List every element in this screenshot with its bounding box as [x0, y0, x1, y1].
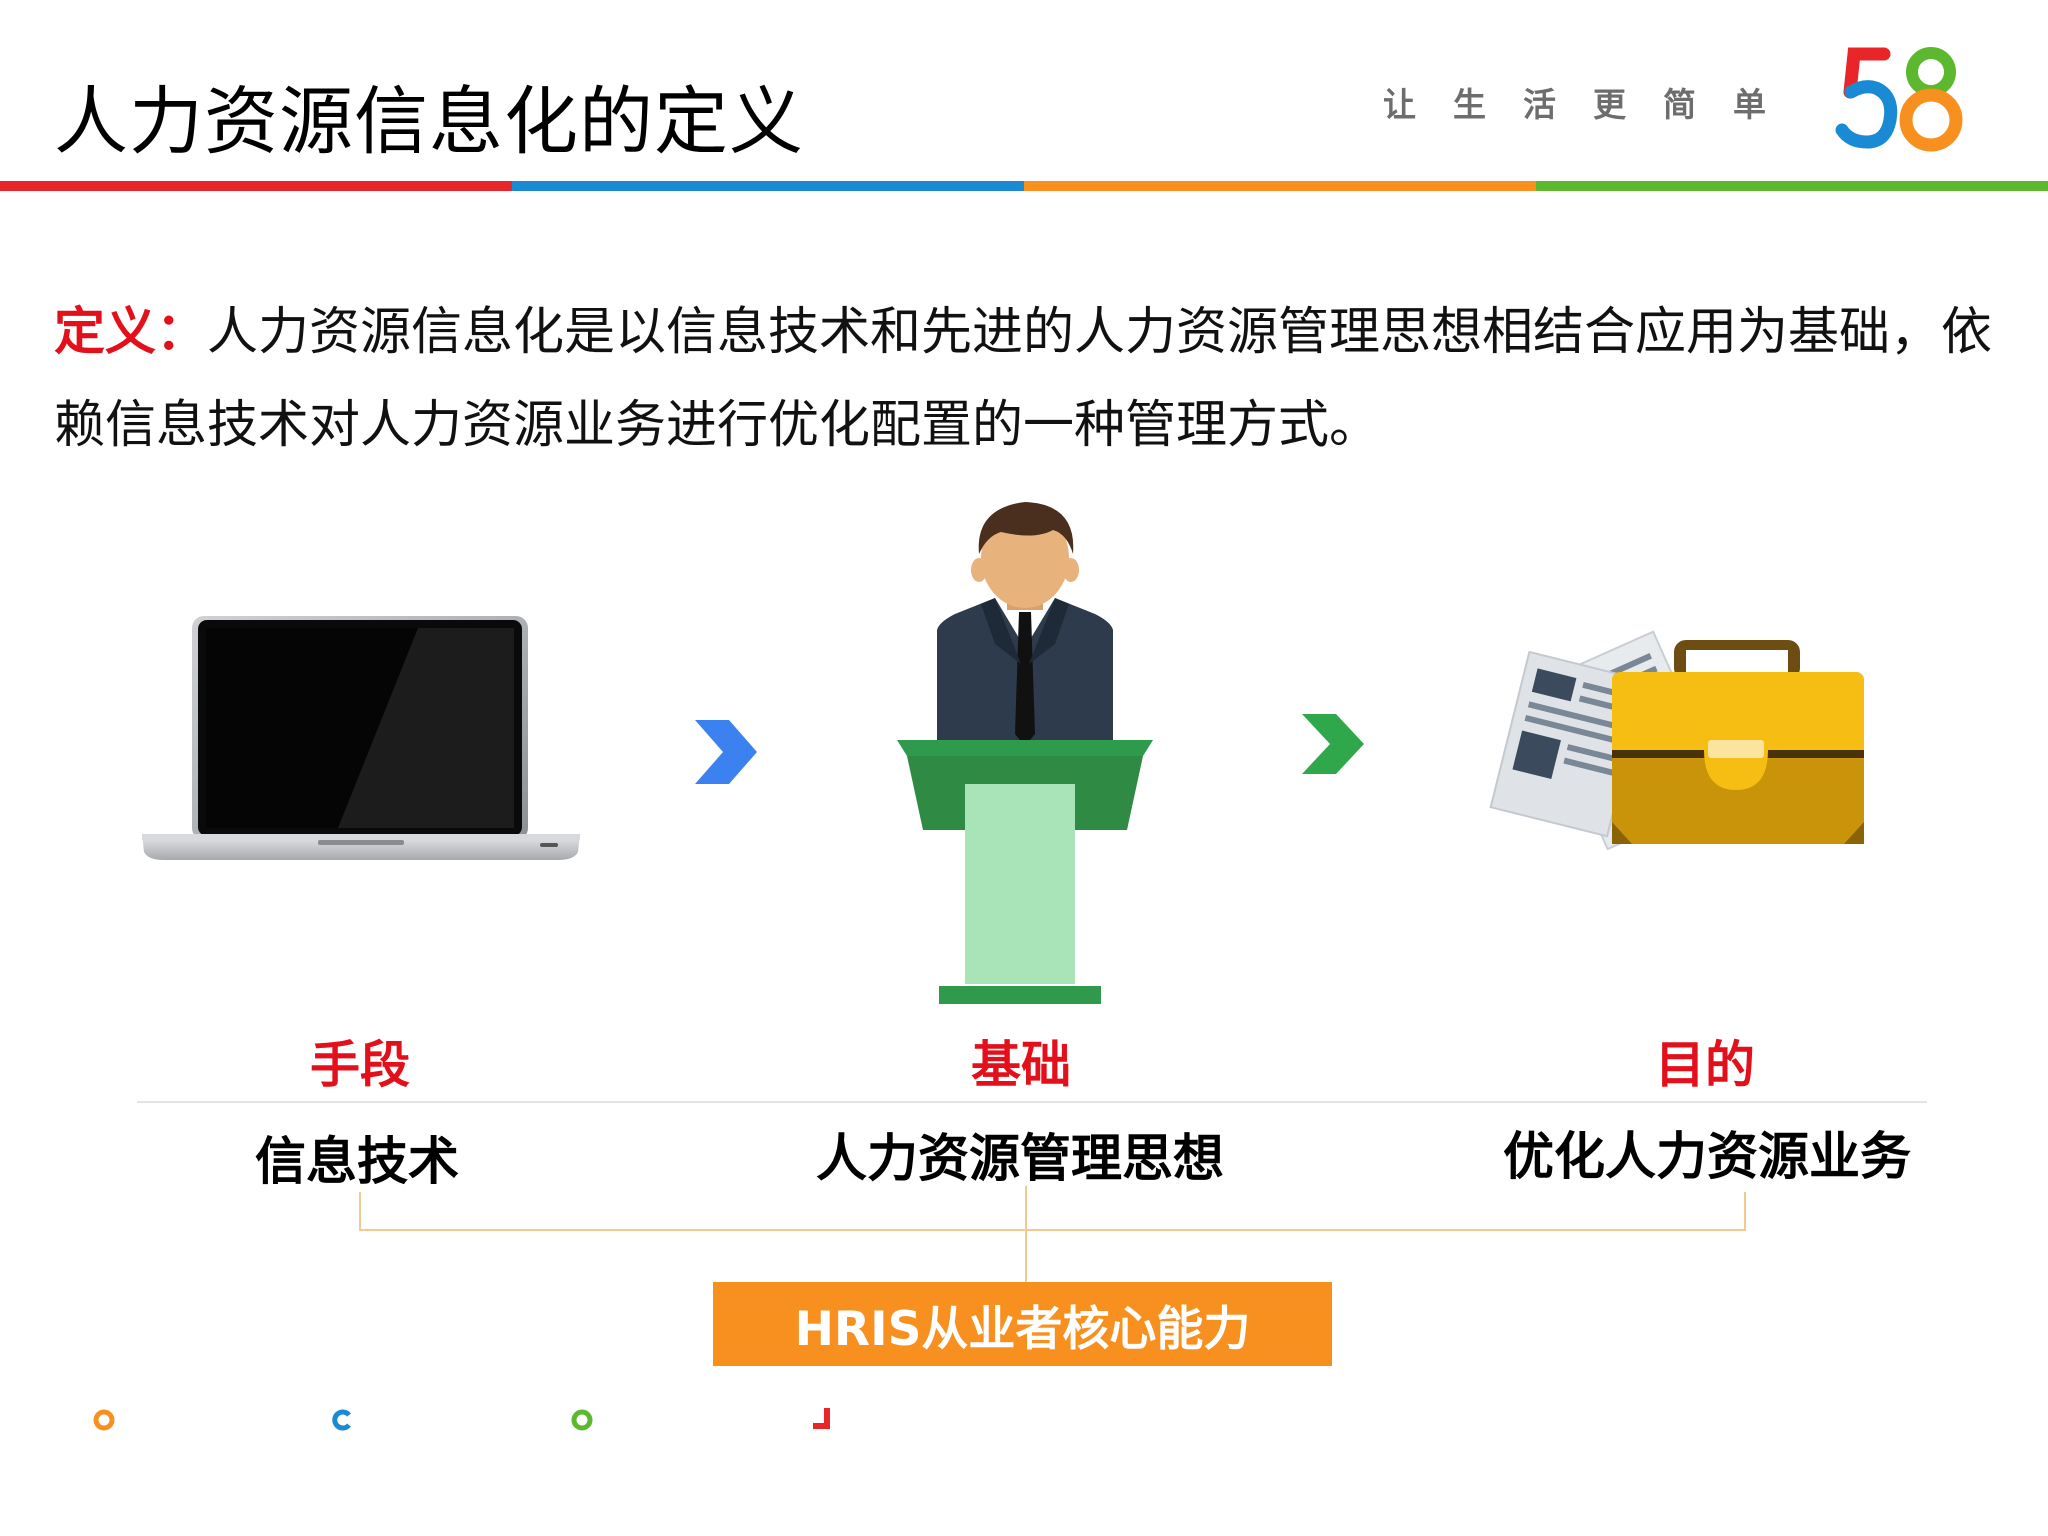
definition-paragraph: 定义：人力资源信息化是以信息技术和先进的人力资源管理思想相结合应用为基础，依赖信…: [54, 286, 2014, 472]
value-information-technology: 信息技术: [254, 1133, 459, 1192]
label-means: 手段: [310, 1036, 410, 1094]
color-bar-orange: [1024, 181, 1536, 191]
definition-text: 人力资源信息化是以信息技术和先进的人力资源管理思想相结合应用为基础，依赖信息技术…: [54, 303, 1993, 455]
speaker-at-podium-icon: [897, 502, 1153, 1004]
color-bar-green: [1536, 181, 2048, 191]
label-foundation: 基础: [971, 1036, 1071, 1094]
color-bar-red: [0, 181, 512, 191]
arc-c-icon: [332, 1409, 351, 1431]
corner-icon: [813, 1408, 830, 1429]
page-title: 人力资源信息化的定义: [54, 79, 804, 165]
chevron-right-icon: [695, 720, 757, 784]
laptop-icon: [142, 616, 580, 860]
logo-58: 58: [1835, 47, 1963, 152]
label-goal: 目的: [1655, 1036, 1755, 1094]
chevron-right-icon: [1302, 714, 1364, 774]
value-hr-management-thinking: 人力资源管理思想: [815, 1130, 1224, 1189]
slogan: 让生活更简单: [1383, 85, 1803, 124]
circle-icon: [93, 1409, 115, 1431]
definition-label: 定义：: [54, 303, 208, 362]
color-bar-blue: [512, 181, 1024, 191]
circle-icon: [571, 1409, 593, 1431]
divider-line: [137, 1101, 1927, 1103]
value-optimize-hr-business: 优化人力资源业务: [1502, 1128, 1911, 1187]
header-color-bar: [0, 181, 2048, 191]
briefcase-with-documents-icon: [1489, 630, 1864, 850]
hris-core-capability-box: HRIS从业者核心能力: [713, 1282, 1332, 1366]
